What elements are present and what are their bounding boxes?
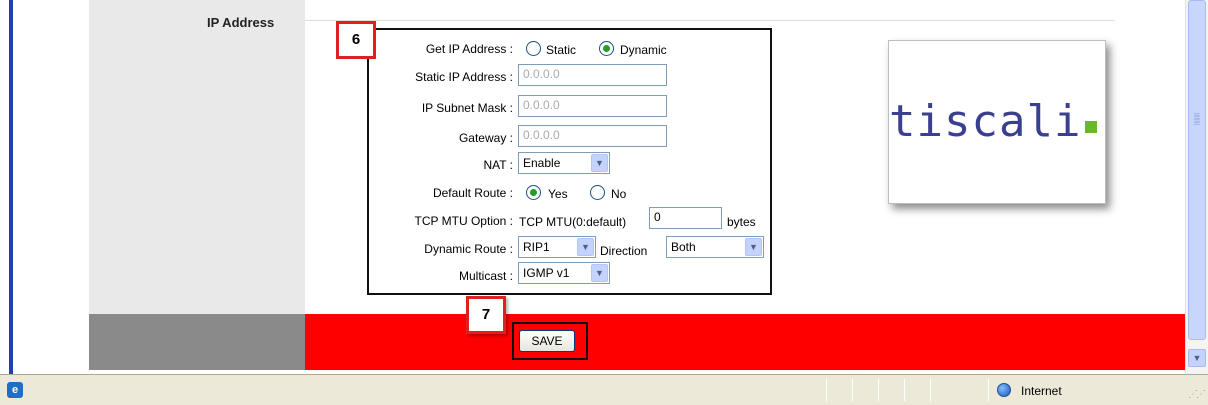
dynamic-route-select-value: RIP1 (523, 240, 550, 254)
vertical-scrollbar[interactable]: ═ ═ ═ ═ ▼ (1185, 0, 1208, 374)
get-ip-address-label: Get IP Address : (425, 42, 513, 56)
section-divider (305, 20, 1115, 21)
get-ip-static-radio[interactable] (526, 41, 541, 56)
direction-select-value: Both (671, 240, 696, 254)
subnet-mask-label: IP Subnet Mask : (421, 101, 513, 115)
scroll-down-icon[interactable]: ▼ (1188, 349, 1206, 367)
dynamic-route-select[interactable]: RIP1 ▼ (518, 236, 596, 258)
gateway-input[interactable]: 0.0.0.0 (518, 125, 667, 147)
browser-status-bar: e Internet ⋰⋰ (0, 374, 1208, 405)
dynamic-route-label: Dynamic Route : (424, 242, 513, 256)
chevron-down-icon[interactable]: ▼ (591, 264, 608, 282)
multicast-label: Multicast : (458, 269, 513, 283)
default-route-no-label: No (611, 187, 627, 201)
resize-grip-icon[interactable]: ⋰⋰ (1188, 389, 1206, 400)
grip-icon: ═ ═ ═ ═ (1194, 110, 1200, 128)
security-zone-label: Internet (1021, 384, 1062, 398)
multicast-select-value: IGMP v1 (523, 266, 570, 280)
status-separator (826, 379, 827, 401)
tcp-mtu-unit: bytes (727, 215, 756, 229)
nat-select-value: Enable (523, 156, 561, 170)
default-route-no-radio[interactable] (590, 185, 605, 200)
status-separator (878, 379, 879, 401)
direction-label: Direction (600, 244, 648, 258)
save-button[interactable]: SAVE (519, 330, 575, 352)
callout-step-6: 6 (336, 21, 376, 59)
tiscali-logo: tiscali (888, 40, 1106, 204)
ie-page-icon: e (7, 382, 23, 398)
globe-icon (997, 383, 1011, 397)
section-label-ip-address: IP Address (207, 15, 275, 30)
tcp-mtu-prefix: TCP MTU(0:default) (519, 215, 627, 229)
get-ip-static-label: Static (546, 43, 577, 57)
tcp-mtu-label: TCP MTU Option : (414, 214, 513, 228)
status-separator (988, 379, 989, 401)
default-route-yes-label: Yes (548, 187, 568, 201)
tcp-mtu-input[interactable]: 0 (649, 207, 722, 229)
multicast-select[interactable]: IGMP v1 ▼ (518, 262, 610, 284)
get-ip-dynamic-radio[interactable] (599, 41, 614, 56)
direction-select[interactable]: Both ▼ (666, 236, 764, 258)
logo-dot (1085, 121, 1097, 133)
logo-wordmark: tiscali (889, 96, 1082, 147)
chevron-down-icon[interactable]: ▼ (577, 238, 594, 256)
callout-step-7: 7 (466, 296, 506, 334)
status-separator (930, 379, 931, 401)
static-ip-input[interactable]: 0.0.0.0 (518, 64, 667, 86)
left-margin (13, 0, 89, 374)
default-route-label: Default Route : (432, 186, 513, 200)
chevron-down-icon[interactable]: ▼ (591, 154, 608, 172)
chevron-down-icon[interactable]: ▼ (745, 238, 762, 256)
status-separator (852, 379, 853, 401)
static-ip-label: Static IP Address : (415, 70, 513, 84)
scrollbar-thumb[interactable]: ═ ═ ═ ═ (1188, 0, 1206, 340)
nat-select[interactable]: Enable ▼ (518, 152, 610, 174)
status-separator (904, 379, 905, 401)
gateway-label: Gateway : (458, 131, 513, 145)
subnet-mask-input[interactable]: 0.0.0.0 (518, 95, 667, 117)
left-label-column (89, 0, 305, 314)
get-ip-dynamic-label: Dynamic (620, 43, 667, 57)
footer-action-bar (305, 314, 1185, 370)
nat-label: NAT : (483, 158, 513, 172)
default-route-yes-radio[interactable] (526, 185, 541, 200)
footer-left-block (89, 314, 305, 370)
